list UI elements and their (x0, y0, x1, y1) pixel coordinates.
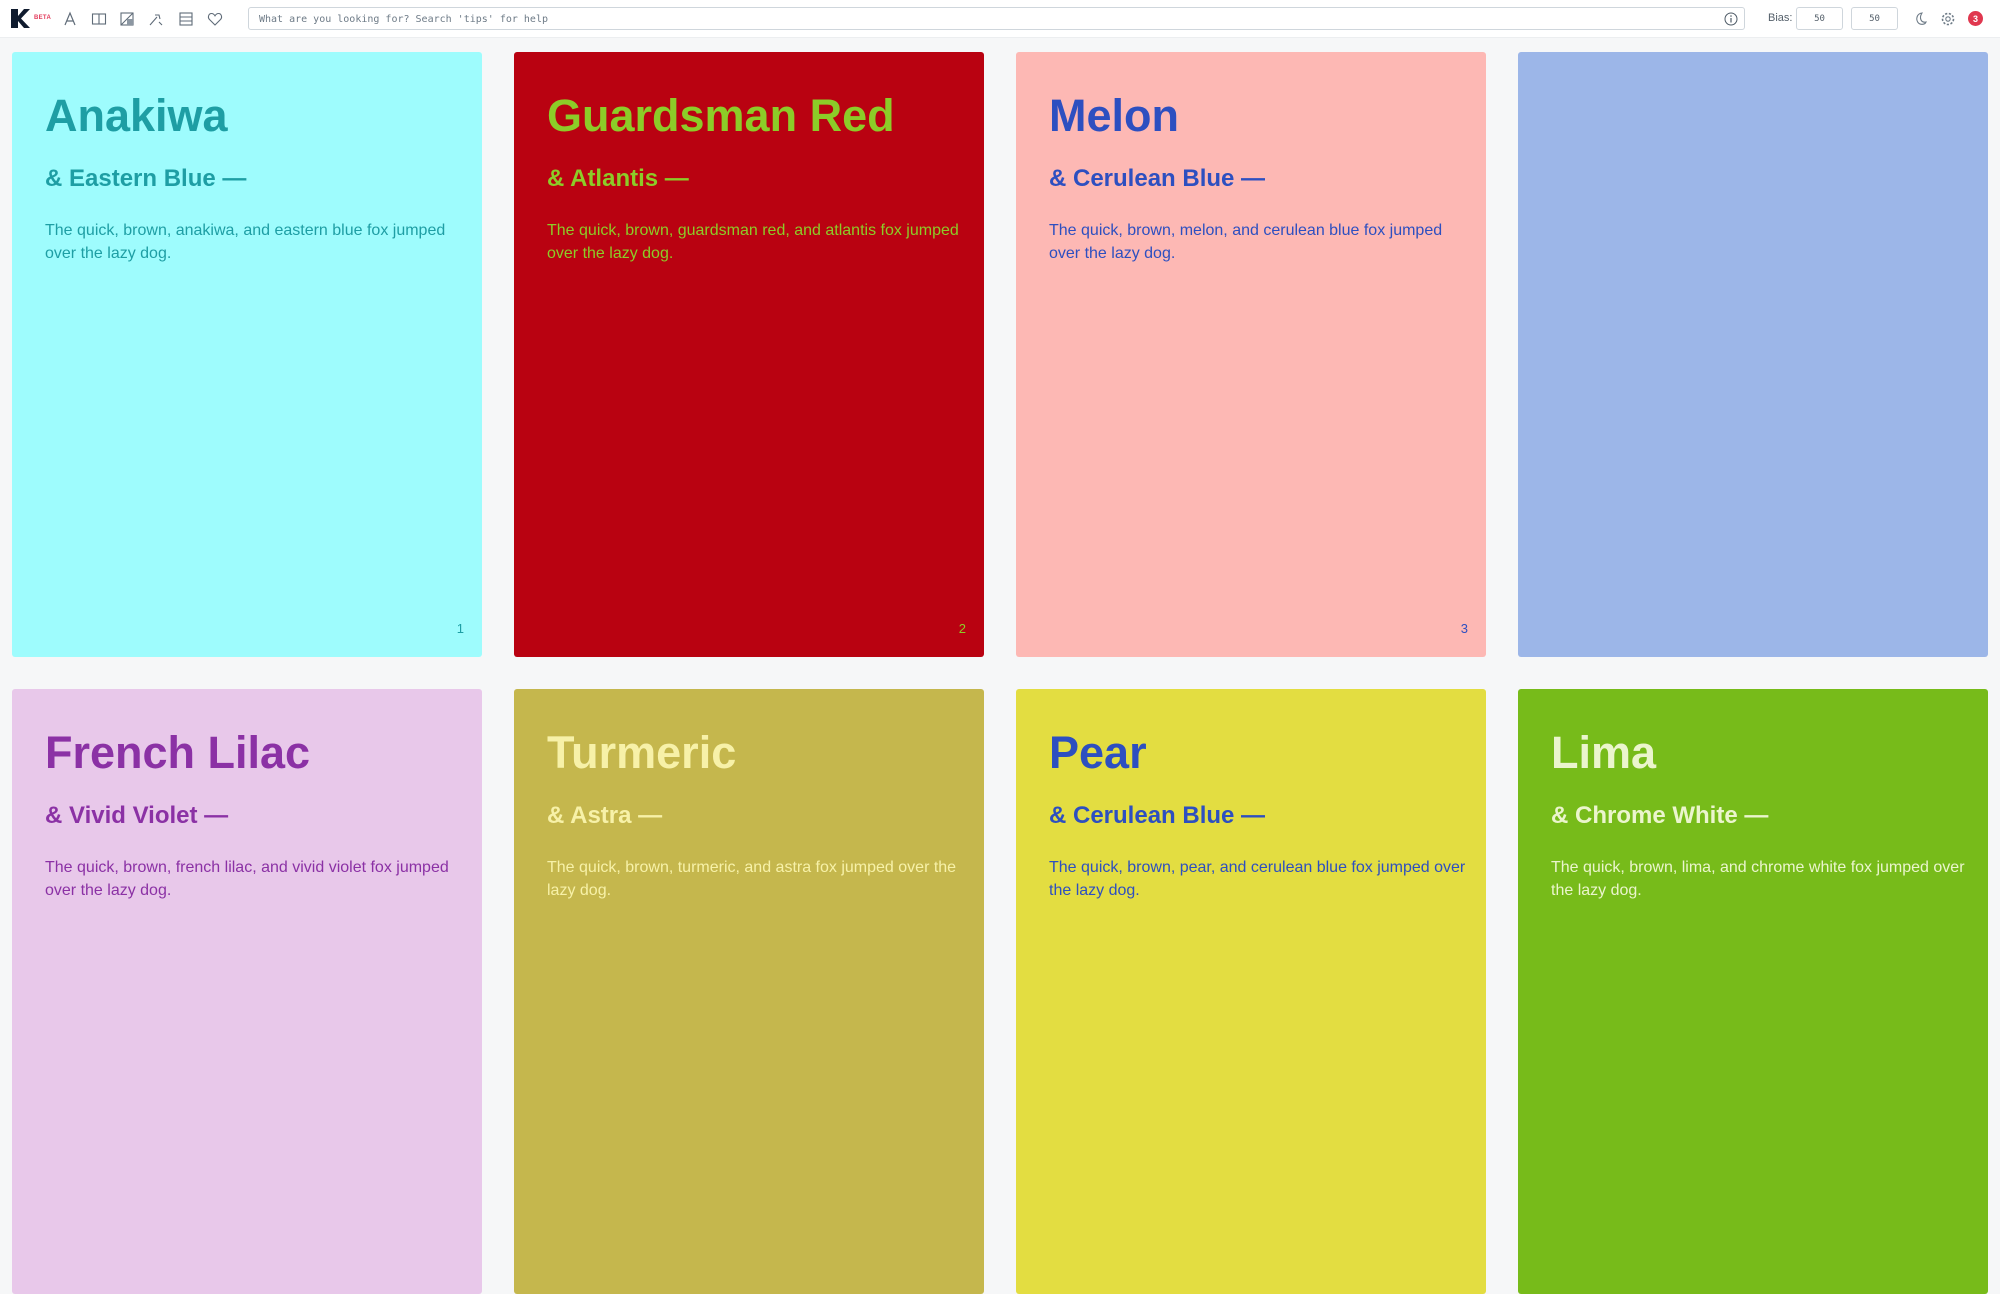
palette-card[interactable]: Lima & Chrome White — The quick, brown, … (1518, 689, 1988, 1294)
card-body-text: The quick, brown, anakiwa, and eastern b… (45, 222, 446, 262)
palette-card[interactable]: French Lilac & Vivid Violet — The quick,… (12, 689, 482, 1294)
card-subtitle: & Eastern Blue — (45, 165, 247, 192)
moon-icon[interactable] (1912, 11, 1928, 27)
gear-icon[interactable] (1940, 11, 1956, 27)
card-subtitle: & Chrome White — (1551, 802, 1769, 829)
split-view-icon[interactable] (89, 9, 109, 29)
palette-card[interactable] (1518, 52, 1988, 657)
search-input[interactable] (259, 11, 1699, 27)
palette-card[interactable]: Pear & Cerulean Blue — The quick, brown,… (1016, 689, 1486, 1294)
card-body-text: The quick, brown, turmeric, and astra fo… (547, 859, 957, 899)
info-icon[interactable] (1724, 12, 1738, 26)
card-body-text: The quick, brown, lima, and chrome white… (1551, 859, 1965, 899)
card-title: Pear (1049, 727, 1147, 778)
bias-input-2[interactable]: 50 (1851, 7, 1898, 30)
card-body-text: The quick, brown, melon, and cerulean bl… (1049, 222, 1443, 262)
heart-icon[interactable] (205, 9, 225, 29)
palette-card[interactable]: Guardsman Red & Atlantis — The quick, br… (514, 52, 984, 657)
card-title: Guardsman Red (547, 90, 895, 141)
bias-label: Bias: (1768, 12, 1793, 24)
card-body-text: The quick, brown, french lilac, and vivi… (45, 859, 449, 899)
palette-card[interactable]: Anakiwa & Eastern Blue — The quick, brow… (12, 52, 482, 657)
bias-input-1[interactable]: 50 (1796, 7, 1843, 30)
card-title: Anakiwa (45, 90, 228, 141)
card-subtitle: & Atlantis — (547, 165, 689, 192)
notification-badge[interactable]: 3 (1968, 11, 1983, 26)
card-body-text: The quick, brown, pear, and cerulean blu… (1049, 859, 1466, 899)
gradient-icon[interactable] (146, 9, 166, 29)
card-title: Melon (1049, 90, 1179, 141)
card-body-text: The quick, brown, guardsman red, and atl… (547, 222, 959, 262)
card-subtitle: & Astra — (547, 802, 663, 829)
typography-icon[interactable] (60, 9, 80, 29)
card-subtitle: & Cerulean Blue — (1049, 165, 1266, 192)
palette-list-icon[interactable] (176, 9, 196, 29)
top-toolbar: BETA Bias: 50 50 3 (0, 0, 2000, 38)
image-icon[interactable] (117, 9, 137, 29)
card-number: 1 (456, 621, 464, 636)
palette-card[interactable]: Turmeric & Astra — The quick, brown, tur… (514, 689, 984, 1294)
beta-badge: BETA (34, 15, 52, 21)
search-bar[interactable] (248, 7, 1745, 30)
card-number: 2 (958, 621, 966, 636)
palette-card[interactable]: Melon & Cerulean Blue — The quick, brown… (1016, 52, 1486, 657)
card-subtitle: & Vivid Violet — (45, 802, 229, 829)
card-title: French Lilac (45, 727, 311, 778)
card-title: Turmeric (547, 727, 737, 778)
card-title: Lima (1551, 727, 1657, 778)
card-subtitle: & Cerulean Blue — (1049, 802, 1266, 829)
app-logo[interactable] (11, 9, 30, 28)
card-number: 3 (1460, 621, 1468, 636)
